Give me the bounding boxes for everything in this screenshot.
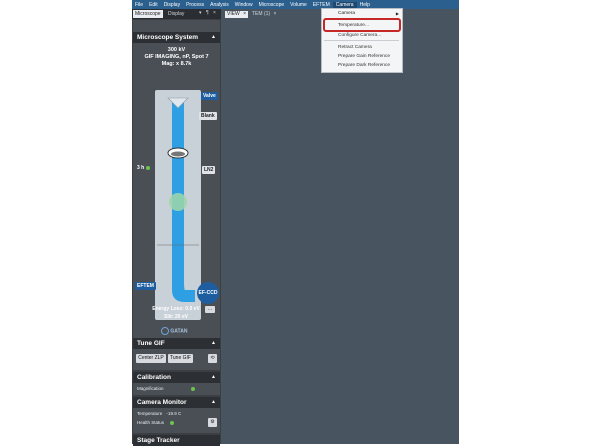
highlight-box: [323, 18, 401, 32]
tab-microscope[interactable]: Microscope: [133, 10, 163, 18]
blank-label[interactable]: Blank: [199, 112, 217, 120]
health-ok-icon: [170, 420, 175, 425]
panel-menu-icon[interactable]: ▾: [199, 10, 202, 16]
tab-tem-label: TEM (1): [252, 11, 271, 17]
health-row: Health Status: [137, 420, 175, 425]
menu-microscope[interactable]: Microscope: [256, 2, 288, 8]
close-icon[interactable]: ×: [273, 11, 276, 17]
calibration-title: Calibration: [137, 374, 171, 381]
stage-tracker-header[interactable]: Stage Tracker: [133, 435, 220, 446]
temperature-label: Temperature: [137, 411, 163, 416]
collapse-icon[interactable]: ▲: [211, 397, 216, 408]
tune-gif-button[interactable]: Tune GIF: [168, 354, 193, 363]
menu-volume[interactable]: Volume: [287, 2, 310, 8]
collapse-icon[interactable]: ▲: [211, 338, 216, 349]
efccd-label[interactable]: EF-CCD: [197, 282, 219, 304]
menu-display[interactable]: Display: [161, 2, 183, 8]
gatan-logo-text: GATAN: [170, 328, 188, 335]
gatan-logo-icon: [161, 327, 169, 335]
more-button[interactable]: ...: [205, 306, 215, 313]
tab-view-label: VIEW: [227, 11, 240, 17]
menu-item-prepare-gain-reference[interactable]: Prepare Gain Reference: [338, 54, 390, 59]
calibration-section: Calibration ▲ Magnification: [133, 372, 220, 395]
camera-monitor-header[interactable]: Camera Monitor ▲: [133, 397, 220, 408]
menu-camera[interactable]: Camera: [332, 1, 357, 8]
menu-window[interactable]: Window: [232, 2, 256, 8]
stage-tracker-title: Stage Tracker: [137, 437, 180, 444]
mag-readout: Mag: x 8.7k: [161, 61, 192, 67]
menu-process[interactable]: Process: [183, 2, 207, 8]
pin-icon[interactable]: ¶: [206, 10, 209, 16]
eftem-label[interactable]: EFTEM: [135, 282, 156, 290]
mode-readout: GIF IMAGING, nP, Spot 7: [144, 54, 209, 60]
chevron-right-icon: ▶: [395, 11, 399, 16]
collapse-icon[interactable]: ▲: [211, 32, 216, 43]
section-title: Microscope System: [137, 34, 199, 41]
status-ok-icon: [145, 165, 150, 170]
menubar: File Edit Display Process Analysis Windo…: [132, 0, 459, 9]
tab-display[interactable]: Display: [166, 10, 186, 18]
menu-edit[interactable]: Edit: [146, 2, 161, 8]
gatan-logo: GATAN: [161, 327, 187, 335]
health-label: Health Status: [137, 420, 165, 425]
calibration-ok-icon: [191, 387, 195, 391]
temperature-row: Temperature -19.9 C: [137, 411, 181, 416]
camera-monitor-title: Camera Monitor: [137, 399, 187, 406]
menu-eftem[interactable]: EFTEM: [310, 2, 333, 8]
beam-graphics: [157, 97, 199, 302]
tab-tem[interactable]: TEM (1) ×: [250, 11, 278, 18]
menu-item-retract-camera[interactable]: Retract Camera: [338, 45, 372, 50]
menu-item-prepare-dark-reference[interactable]: Prepare Dark Reference: [338, 63, 390, 68]
tune-gif-section: Tune GIF ▲ Center ZLP Tune GIF ⟲: [133, 338, 220, 370]
energy-loss-readout: Energy Loss: 0.0 eV: [152, 306, 200, 312]
magnification-label: Magnification: [137, 386, 164, 391]
kv-readout: 300 kV: [167, 47, 186, 53]
camera-submenu[interactable]: Camera: [338, 11, 355, 16]
tune-gif-header[interactable]: Tune GIF ▲: [133, 338, 220, 349]
microscope-system-section: Microscope System ▲ 300 kV GIF IMAGING, …: [133, 20, 220, 346]
menu-file[interactable]: File: [132, 2, 146, 8]
close-icon[interactable]: ×: [243, 11, 246, 17]
center-zlp-button[interactable]: Center ZLP: [136, 354, 166, 363]
settings-icon[interactable]: ⚙: [208, 418, 217, 427]
stage-tracker-section: Stage Tracker: [133, 435, 220, 446]
menu-divider: [324, 40, 399, 41]
valve-label[interactable]: Valve: [201, 92, 218, 100]
panel-tabs: Microscope Display ▾ ¶ ×: [132, 9, 221, 19]
magnification-row: Magnification: [137, 386, 164, 391]
column-diagram: [155, 90, 201, 320]
menu-help[interactable]: Help: [357, 2, 373, 8]
slit-readout: Slit: 20 eV: [164, 314, 188, 320]
section-header[interactable]: Microscope System ▲: [133, 32, 220, 43]
close-icon[interactable]: ×: [213, 10, 216, 16]
calibration-header[interactable]: Calibration ▲: [133, 372, 220, 383]
ln2-time-value: 3 h: [137, 165, 145, 171]
refresh-icon[interactable]: ⟲: [208, 354, 217, 363]
ln2-label[interactable]: LN2: [202, 166, 216, 174]
temperature-value: -19.9 C: [166, 411, 182, 416]
camera-monitor-section: Camera Monitor ▲ Temperature -19.9 C Hea…: [133, 397, 220, 433]
microscope-panel: Microscope Display ▾ ¶ × Microscope Syst…: [132, 9, 221, 446]
ln2-time: 3 h: [137, 165, 150, 171]
tab-view[interactable]: VIEW ×: [225, 11, 249, 18]
tune-gif-title: Tune GIF: [137, 340, 165, 347]
collapse-icon[interactable]: ▲: [211, 372, 216, 383]
menu-analysis[interactable]: Analysis: [207, 2, 232, 8]
menu-item-configure-camera[interactable]: Configure Camera...: [338, 33, 381, 38]
